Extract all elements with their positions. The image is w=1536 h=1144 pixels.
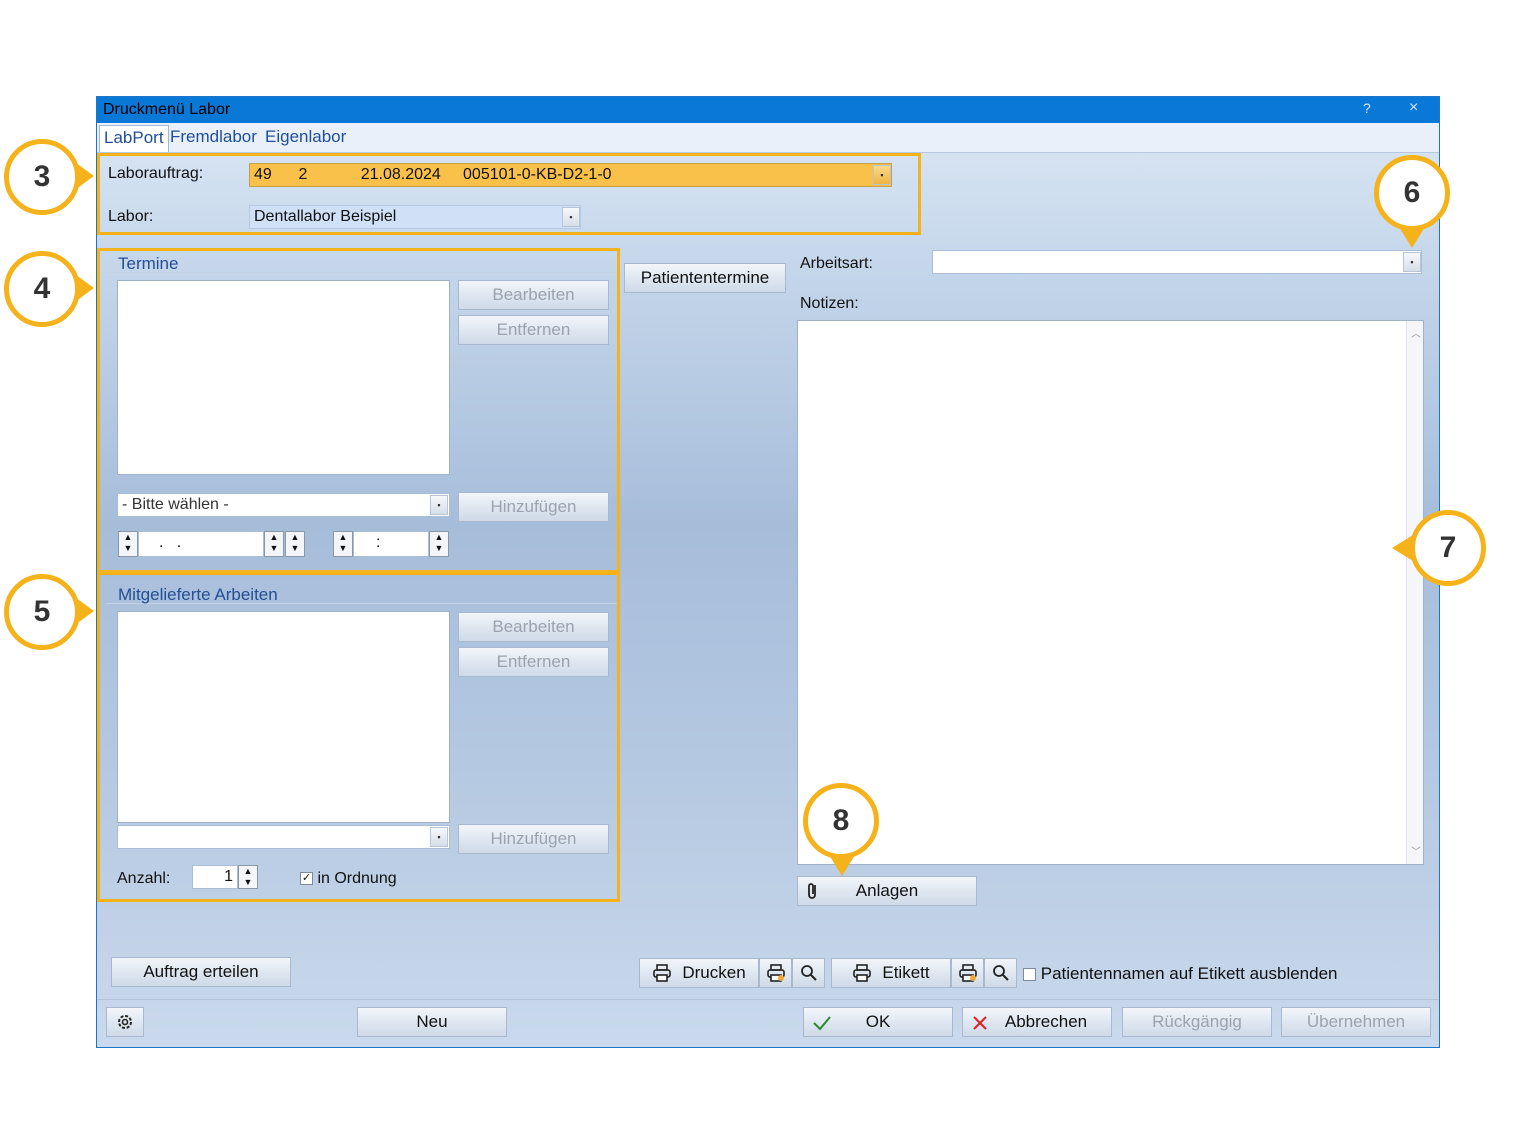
drucken-button[interactable]: Drucken (639, 958, 759, 988)
etikett-settings-button[interactable] (951, 958, 984, 988)
arbeitsart-select[interactable] (932, 250, 1422, 274)
notizen-scrollbar[interactable]: ︿ ﹀ (1406, 321, 1423, 864)
patiententermine-label: Patiententermine (640, 268, 770, 287)
drucken-preview-button[interactable] (792, 958, 825, 988)
help-button[interactable]: ? (1363, 100, 1371, 116)
hide-names-check-icon (1023, 968, 1036, 982)
arbeitsart-dropdown-icon[interactable]: ▪ (1403, 252, 1421, 272)
hide-names-label: Patientennamen auf Etikett ausblenden (1040, 964, 1338, 983)
neu-button[interactable]: Neu (357, 1007, 507, 1037)
neu-label: Neu (416, 1012, 448, 1031)
abbrechen-label: Abbrechen (1004, 1012, 1088, 1031)
callout-7-number: 7 (1439, 531, 1457, 564)
callout-5: 5 (4, 574, 80, 650)
printer-icon (653, 964, 672, 982)
tab-eigenlabor[interactable]: Eigenlabor (265, 127, 346, 147)
anlagen-button[interactable]: Anlagen (797, 876, 977, 906)
abbrechen-button[interactable]: Abbrechen (962, 1007, 1112, 1037)
etikett-label: Etikett (882, 963, 930, 982)
callout-3: 3 (4, 139, 80, 215)
gear-icon (118, 1015, 132, 1029)
rueckgaengig-button[interactable]: Rückgängig (1122, 1007, 1272, 1037)
drucken-settings-button[interactable] (759, 958, 792, 988)
printer-icon (853, 964, 872, 982)
checkmark-icon (813, 1016, 831, 1031)
patiententermine-button[interactable]: Patiententermine (624, 263, 786, 293)
anlagen-label: Anlagen (855, 881, 919, 900)
ok-label: OK (865, 1012, 891, 1031)
window-title: Druckmenü Labor (103, 101, 231, 118)
magnifier-icon (992, 965, 1009, 981)
paperclip-icon (808, 883, 816, 899)
title-bar: Druckmenü Labor ? × (97, 97, 1439, 123)
callout-7: 7 (1410, 510, 1486, 586)
callout-4: 4 (4, 251, 80, 327)
notizen-label: Notizen: (800, 295, 859, 312)
tab-fremdlabor[interactable]: Fremdlabor (170, 127, 257, 147)
drucken-label: Drucken (682, 963, 746, 982)
callout-8-number: 8 (832, 804, 850, 837)
callout-4-number: 4 (33, 272, 51, 305)
callout-6: 6 (1374, 155, 1450, 231)
settings-button[interactable] (106, 1007, 144, 1037)
uebernehmen-label: Übernehmen (1306, 1012, 1406, 1031)
printer-settings-icon (958, 964, 977, 982)
etikett-button[interactable]: Etikett (831, 958, 951, 988)
footer-separator (97, 999, 1439, 1000)
highlight-box-5 (97, 572, 620, 902)
auftrag-erteilen-label: Auftrag erteilen (143, 962, 259, 981)
callout-6-number: 6 (1403, 176, 1421, 209)
tab-labport[interactable]: LabPort (99, 125, 169, 152)
printer-settings-icon (766, 964, 785, 982)
tab-bar: LabPort Fremdlabor Eigenlabor (97, 123, 1439, 153)
ok-button[interactable]: OK (803, 1007, 953, 1037)
callout-3-number: 3 (33, 160, 51, 193)
close-button[interactable]: × (1409, 99, 1418, 117)
highlight-box-4 (97, 248, 620, 573)
rueckgaengig-label: Rückgängig (1152, 1012, 1242, 1031)
magnifier-icon (800, 965, 817, 981)
hide-names-checkbox[interactable]: Patientennamen auf Etikett ausblenden (1023, 964, 1338, 984)
callout-5-number: 5 (33, 595, 51, 628)
etikett-preview-button[interactable] (984, 958, 1017, 988)
cross-icon (973, 1016, 987, 1030)
callout-8: 8 (803, 783, 879, 859)
highlight-box-3 (97, 153, 921, 235)
arbeitsart-label: Arbeitsart: (800, 255, 873, 272)
notizen-textarea[interactable]: ︿ ﹀ (797, 320, 1424, 865)
auftrag-erteilen-button[interactable]: Auftrag erteilen (111, 957, 291, 987)
scroll-up-icon[interactable]: ︿ (1411, 325, 1421, 340)
uebernehmen-button[interactable]: Übernehmen (1281, 1007, 1431, 1037)
scroll-down-icon[interactable]: ﹀ (1411, 843, 1421, 858)
